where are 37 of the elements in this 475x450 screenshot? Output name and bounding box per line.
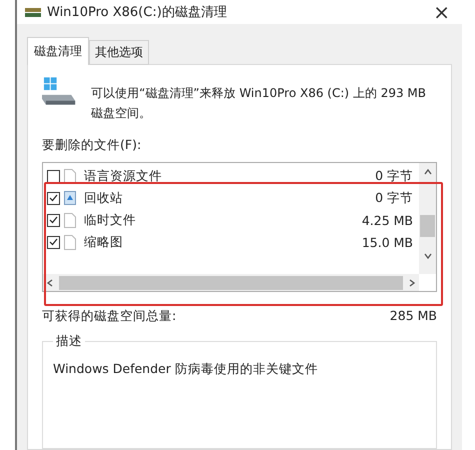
drive-icon bbox=[25, 6, 41, 18]
file-list[interactable]: 语言资源文件 0 字节 回收站 0 字节 临时文件 4.25 MB 缩略图 15.0 MB bbox=[42, 162, 437, 292]
checkbox[interactable] bbox=[47, 192, 60, 204]
document-icon bbox=[64, 168, 76, 184]
window-title: Win10Pro X86(C:)的磁盘清理 bbox=[47, 4, 228, 21]
file-name: 回收站 bbox=[84, 190, 124, 206]
files-label: 要删除的文件(F): bbox=[42, 137, 142, 154]
document-icon bbox=[64, 212, 76, 228]
scrollbar-thumb[interactable] bbox=[420, 215, 435, 237]
drive-icon bbox=[42, 77, 78, 107]
total-value: 285 MB bbox=[390, 308, 437, 325]
file-size: 0 字节 bbox=[375, 190, 413, 206]
tab[interactable]: 磁盘清理 bbox=[27, 37, 89, 65]
description-title: 描述 bbox=[55, 333, 83, 350]
file-size: 0 字节 bbox=[375, 168, 413, 184]
vertical-scrollbar[interactable] bbox=[419, 163, 436, 274]
file-size: 4.25 MB bbox=[362, 212, 413, 228]
file-name: 临时文件 bbox=[84, 212, 137, 228]
file-name: 语言资源文件 bbox=[84, 168, 163, 184]
file-size: 15.0 MB bbox=[362, 234, 413, 250]
total-label: 可获得的磁盘空间总量: bbox=[42, 308, 176, 325]
checkbox[interactable] bbox=[47, 236, 60, 248]
intro-text: 可以使用“磁盘清理”来释放 Win10Pro X86 (C:) 上的 293 MB 磁盘空间。 bbox=[91, 85, 428, 122]
horizontal-scrollbar[interactable] bbox=[43, 274, 419, 291]
scroll-down-icon[interactable] bbox=[422, 251, 432, 261]
file-name: 缩略图 bbox=[84, 234, 124, 250]
checkbox[interactable] bbox=[47, 214, 60, 226]
description-text: Windows Defender 防病毒使用的非关键文件 bbox=[53, 361, 318, 376]
scroll-right-icon[interactable] bbox=[407, 278, 417, 288]
document-icon bbox=[64, 234, 76, 250]
scroll-up-icon[interactable] bbox=[422, 167, 432, 177]
recycle-bin-icon bbox=[64, 191, 76, 205]
scroll-left-icon[interactable] bbox=[45, 278, 55, 288]
scrollbar-thumb[interactable] bbox=[59, 276, 403, 290]
checkbox[interactable] bbox=[47, 170, 60, 182]
close-button[interactable]: × bbox=[429, 0, 454, 24]
tab[interactable]: 其他选项 bbox=[89, 40, 149, 65]
